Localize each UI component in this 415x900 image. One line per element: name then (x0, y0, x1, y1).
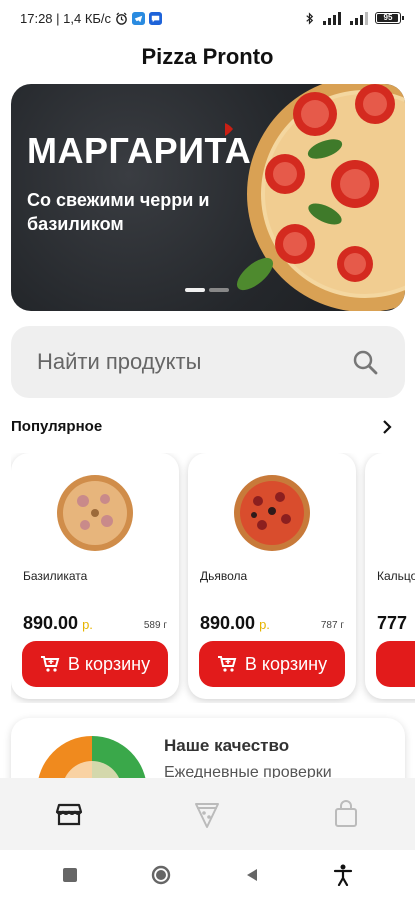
banner-subtitle: Со свежими черри и базиликом (27, 190, 210, 234)
product-name: Кальцоне (377, 569, 415, 583)
nav-bag[interactable] (316, 784, 376, 844)
home-icon[interactable] (151, 865, 171, 885)
recent-apps-icon[interactable] (62, 867, 78, 883)
product-price: 890.00 р. (200, 613, 270, 634)
search-bar[interactable] (11, 326, 405, 398)
banner-pagination (185, 288, 229, 292)
alarm-icon (116, 12, 127, 25)
quality-title: Наше качество (164, 736, 290, 755)
product-name: Дьявола (200, 569, 248, 583)
product-carousel[interactable]: Базиликата 890.00 р. 589 г В корзину Дьяв… (11, 453, 415, 703)
banner-title: МАРГАРИТА (27, 130, 252, 171)
cart-icon (40, 656, 60, 672)
price-value: 777 (377, 613, 408, 633)
bottom-navigation (0, 778, 415, 850)
add-to-cart-button[interactable]: В корзину (22, 641, 168, 687)
product-weight: 787 г (320, 620, 344, 631)
store-icon (56, 803, 83, 826)
pagination-dot[interactable] (209, 288, 229, 292)
product-price: 777 (377, 613, 407, 634)
add-to-cart-label: В корзину (67, 653, 151, 674)
nav-menu[interactable] (177, 784, 237, 844)
section-title: Популярное (11, 418, 103, 435)
cart-icon (217, 656, 237, 672)
pagination-dot-active[interactable] (185, 288, 205, 292)
price-currency: р. (259, 617, 270, 632)
telegram-icon (132, 11, 146, 25)
app-title: Pizza Pronto (141, 44, 274, 69)
product-card[interactable]: Базиликата 890.00 р. 589 г В корзину (11, 453, 179, 699)
product-name: Базиликата (23, 569, 88, 583)
product-card[interactable]: Кальцоне 777 (365, 453, 415, 699)
product-weight: 589 г (143, 620, 167, 631)
status-left: 17:28 | 1,4 КБ/с (20, 10, 163, 26)
add-to-cart-button[interactable]: В корзину (199, 641, 345, 687)
pizza-slice-icon (195, 803, 220, 828)
price-value: 890.00 (200, 613, 256, 633)
promo-banner[interactable]: МАРГАРИТА Со свежими черри и базиликом (11, 84, 405, 311)
pizza-image (234, 475, 310, 551)
add-to-cart-button[interactable] (376, 641, 415, 687)
bluetooth-icon (306, 11, 314, 25)
message-icon (149, 11, 163, 25)
product-price: 890.00 р. (23, 613, 93, 634)
pizza-image (57, 475, 133, 551)
system-navigation (0, 850, 415, 900)
shopping-bag-icon (334, 800, 357, 827)
status-time: 17:28 | 1,4 КБ/с (20, 10, 112, 26)
search-icon[interactable] (351, 348, 379, 376)
price-currency: р. (82, 617, 93, 632)
signal-icon (323, 11, 341, 25)
chevron-right-icon[interactable] (379, 419, 395, 435)
popular-header: Популярное (11, 418, 395, 435)
nav-store[interactable] (39, 784, 99, 844)
status-right: 95 (303, 11, 404, 25)
battery-icon: 95 (375, 12, 404, 24)
search-input[interactable] (37, 349, 351, 375)
back-icon[interactable] (244, 867, 260, 883)
status-bar: 17:28 | 1,4 КБ/с 95 (0, 0, 415, 36)
product-card[interactable]: Дьявола 890.00 р. 787 г В корзину (188, 453, 356, 699)
pizza-illustration (225, 84, 405, 311)
battery-label: 95 (383, 13, 393, 22)
price-value: 890.00 (23, 613, 79, 633)
accessibility-icon[interactable] (333, 864, 353, 886)
add-to-cart-label: В корзину (244, 653, 328, 674)
signal-icon-2 (350, 11, 368, 25)
